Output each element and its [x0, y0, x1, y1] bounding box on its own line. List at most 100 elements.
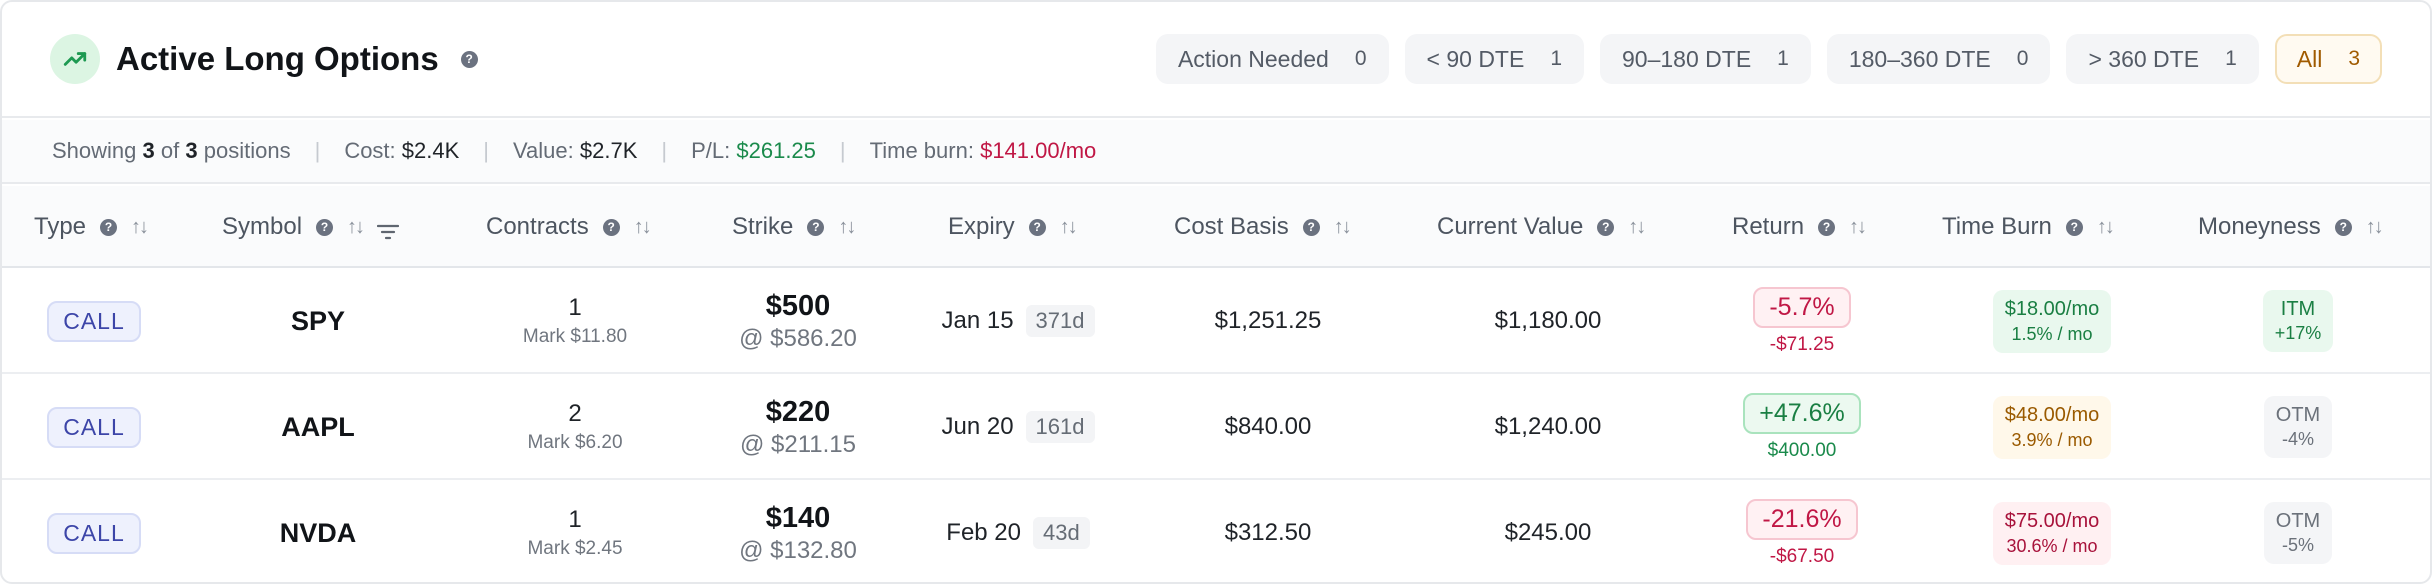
cost-basis: $840.00: [1224, 413, 1312, 440]
help-icon[interactable]: ?: [460, 50, 478, 68]
call-badge: CALL: [47, 300, 141, 342]
time-burn-cell: $75.00/mo 30.6% / mo: [1942, 480, 2162, 582]
help-icon[interactable]: ?: [602, 218, 620, 236]
mark-price: Mark $11.80: [522, 326, 628, 347]
moneyness-label: ITM: [2280, 298, 2316, 320]
value-label: Value:: [513, 138, 574, 163]
contracts-count: 1: [568, 294, 582, 321]
filter-label: All: [2296, 45, 2323, 72]
sort-icon[interactable]: ↑↓: [1849, 216, 1867, 239]
filter-all[interactable]: All 3: [2274, 34, 2382, 84]
column-header-current-value[interactable]: Current Value ? ↑↓: [1437, 186, 1646, 268]
underlying-price: @ $586.20: [739, 324, 857, 352]
filter-label: 180–360 DTE: [1848, 45, 1991, 72]
strike-price: $500: [765, 289, 831, 322]
sort-icon[interactable]: ↑↓: [1334, 216, 1352, 239]
filter-90-180-dte[interactable]: 90–180 DTE 1: [1600, 34, 1811, 84]
filter-count: 0: [2016, 47, 2029, 70]
filter-count: 1: [2225, 47, 2237, 70]
total-count: 3: [185, 138, 198, 163]
column-header-contracts[interactable]: Contracts ? ↑↓: [486, 186, 652, 268]
help-icon[interactable]: ?: [1302, 218, 1320, 236]
return-badge: -21.6%: [1746, 498, 1858, 540]
summary-bar: Showing 3 of 3 positions | Cost: $2.4K |…: [2, 120, 2430, 184]
help-icon[interactable]: ?: [2065, 218, 2083, 236]
column-label: Moneyness: [2198, 213, 2321, 240]
call-badge: CALL: [47, 512, 141, 554]
symbol[interactable]: SPY: [291, 306, 345, 337]
help-icon[interactable]: ?: [2334, 218, 2352, 236]
help-icon[interactable]: ?: [1597, 218, 1615, 236]
filter-over-360-dte[interactable]: > 360 DTE 1: [2066, 34, 2259, 84]
cost-basis: $312.50: [1224, 519, 1312, 546]
dte-badge: 161d: [1025, 411, 1095, 443]
help-icon[interactable]: ?: [1818, 218, 1836, 236]
divider: |: [483, 138, 490, 163]
symbol[interactable]: AAPL: [281, 412, 355, 443]
sort-icon[interactable]: ↑↓: [1060, 216, 1078, 239]
column-label: Time Burn: [1942, 213, 2052, 240]
filter-count: 3: [2348, 47, 2360, 70]
column-header-cost-basis[interactable]: Cost Basis ? ↑↓: [1174, 186, 1352, 268]
shown-count: 3: [142, 138, 155, 163]
help-icon[interactable]: ?: [1028, 218, 1046, 236]
time-burn-percent: 1.5% / mo: [2011, 323, 2093, 344]
moneyness-label: OTM: [2275, 404, 2321, 426]
column-header-moneyness[interactable]: Moneyness ? ↑↓: [2198, 186, 2384, 268]
moneyness-badge: OTM -5%: [2263, 502, 2333, 564]
strike-cell: $140 @ $132.80: [718, 480, 878, 582]
dte-filter-group: Action Needed 0 < 90 DTE 1 90–180 DTE 1 …: [1155, 34, 2382, 84]
return-cell: +47.6% $400.00: [1722, 374, 1882, 480]
strike-price: $220: [765, 395, 831, 428]
symbol-cell: AAPL: [252, 374, 384, 480]
filter-icon[interactable]: [376, 219, 400, 240]
sort-icon[interactable]: ↑↓: [131, 216, 149, 239]
column-header-type[interactable]: Type ? ↑↓: [34, 186, 149, 268]
table-row[interactable]: CALL SPY 1 Mark $11.80 $500 @ $586.20 Ja…: [2, 268, 2430, 374]
expiry-cell: Jun 20 161d: [918, 374, 1118, 480]
filter-action-needed[interactable]: Action Needed 0: [1155, 34, 1389, 84]
column-header-return[interactable]: Return ? ↑↓: [1732, 186, 1867, 268]
help-icon[interactable]: ?: [316, 218, 334, 236]
help-icon[interactable]: ?: [807, 218, 825, 236]
time-burn-amount: $18.00/mo: [2004, 297, 2100, 320]
cost-basis: $1,251.25: [1214, 307, 1322, 334]
pl-label: P/L:: [691, 138, 731, 163]
filter-under-90-dte[interactable]: < 90 DTE 1: [1404, 34, 1585, 84]
sort-icon[interactable]: ↑↓: [2366, 216, 2384, 239]
sort-icon[interactable]: ↑↓: [838, 216, 856, 239]
expiry-date: Jun 20: [941, 413, 1014, 440]
cost-basis-cell: $840.00: [1162, 374, 1374, 480]
mark-price: Mark $6.20: [527, 432, 623, 453]
symbol[interactable]: NVDA: [280, 518, 357, 549]
column-header-time-burn[interactable]: Time Burn ? ↑↓: [1942, 186, 2115, 268]
time-burn-cell: $48.00/mo 3.9% / mo: [1942, 374, 2162, 480]
underlying-price: @ $211.15: [739, 430, 856, 458]
type-cell: CALL: [32, 374, 156, 480]
time-burn-label: Time burn:: [869, 138, 974, 163]
filter-label: < 90 DTE: [1426, 45, 1525, 72]
column-header-symbol[interactable]: Symbol ? ↑↓: [222, 186, 400, 268]
column-header-strike[interactable]: Strike ? ↑↓: [732, 186, 856, 268]
contracts-cell: 2 Mark $6.20: [482, 374, 668, 480]
time-burn-amount: $48.00/mo: [2004, 403, 2100, 426]
return-cell: -21.6% -$67.50: [1722, 480, 1882, 582]
sort-icon[interactable]: ↑↓: [347, 216, 365, 239]
trending-up-icon: [50, 34, 100, 84]
sort-icon[interactable]: ↑↓: [1628, 216, 1646, 239]
sort-icon[interactable]: ↑↓: [2097, 216, 2115, 239]
column-label: Symbol: [222, 213, 303, 240]
column-header-expiry[interactable]: Expiry ? ↑↓: [948, 186, 1078, 268]
of-text: of: [160, 138, 180, 163]
page-title: Active Long Options: [116, 40, 439, 77]
time-burn-badge: $48.00/mo 3.9% / mo: [1992, 395, 2112, 459]
column-label: Cost Basis: [1174, 213, 1289, 240]
sort-icon[interactable]: ↑↓: [634, 216, 652, 239]
table-row[interactable]: CALL NVDA 1 Mark $2.45 $140 @ $132.80 Fe…: [2, 480, 2430, 582]
time-burn-percent: 30.6% / mo: [2006, 535, 2098, 556]
type-cell: CALL: [32, 268, 156, 374]
help-icon[interactable]: ?: [100, 218, 118, 236]
showing-prefix: Showing: [52, 138, 137, 163]
table-row[interactable]: CALL AAPL 2 Mark $6.20 $220 @ $211.15 Ju…: [2, 374, 2430, 480]
filter-180-360-dte[interactable]: 180–360 DTE 0: [1826, 34, 2051, 84]
